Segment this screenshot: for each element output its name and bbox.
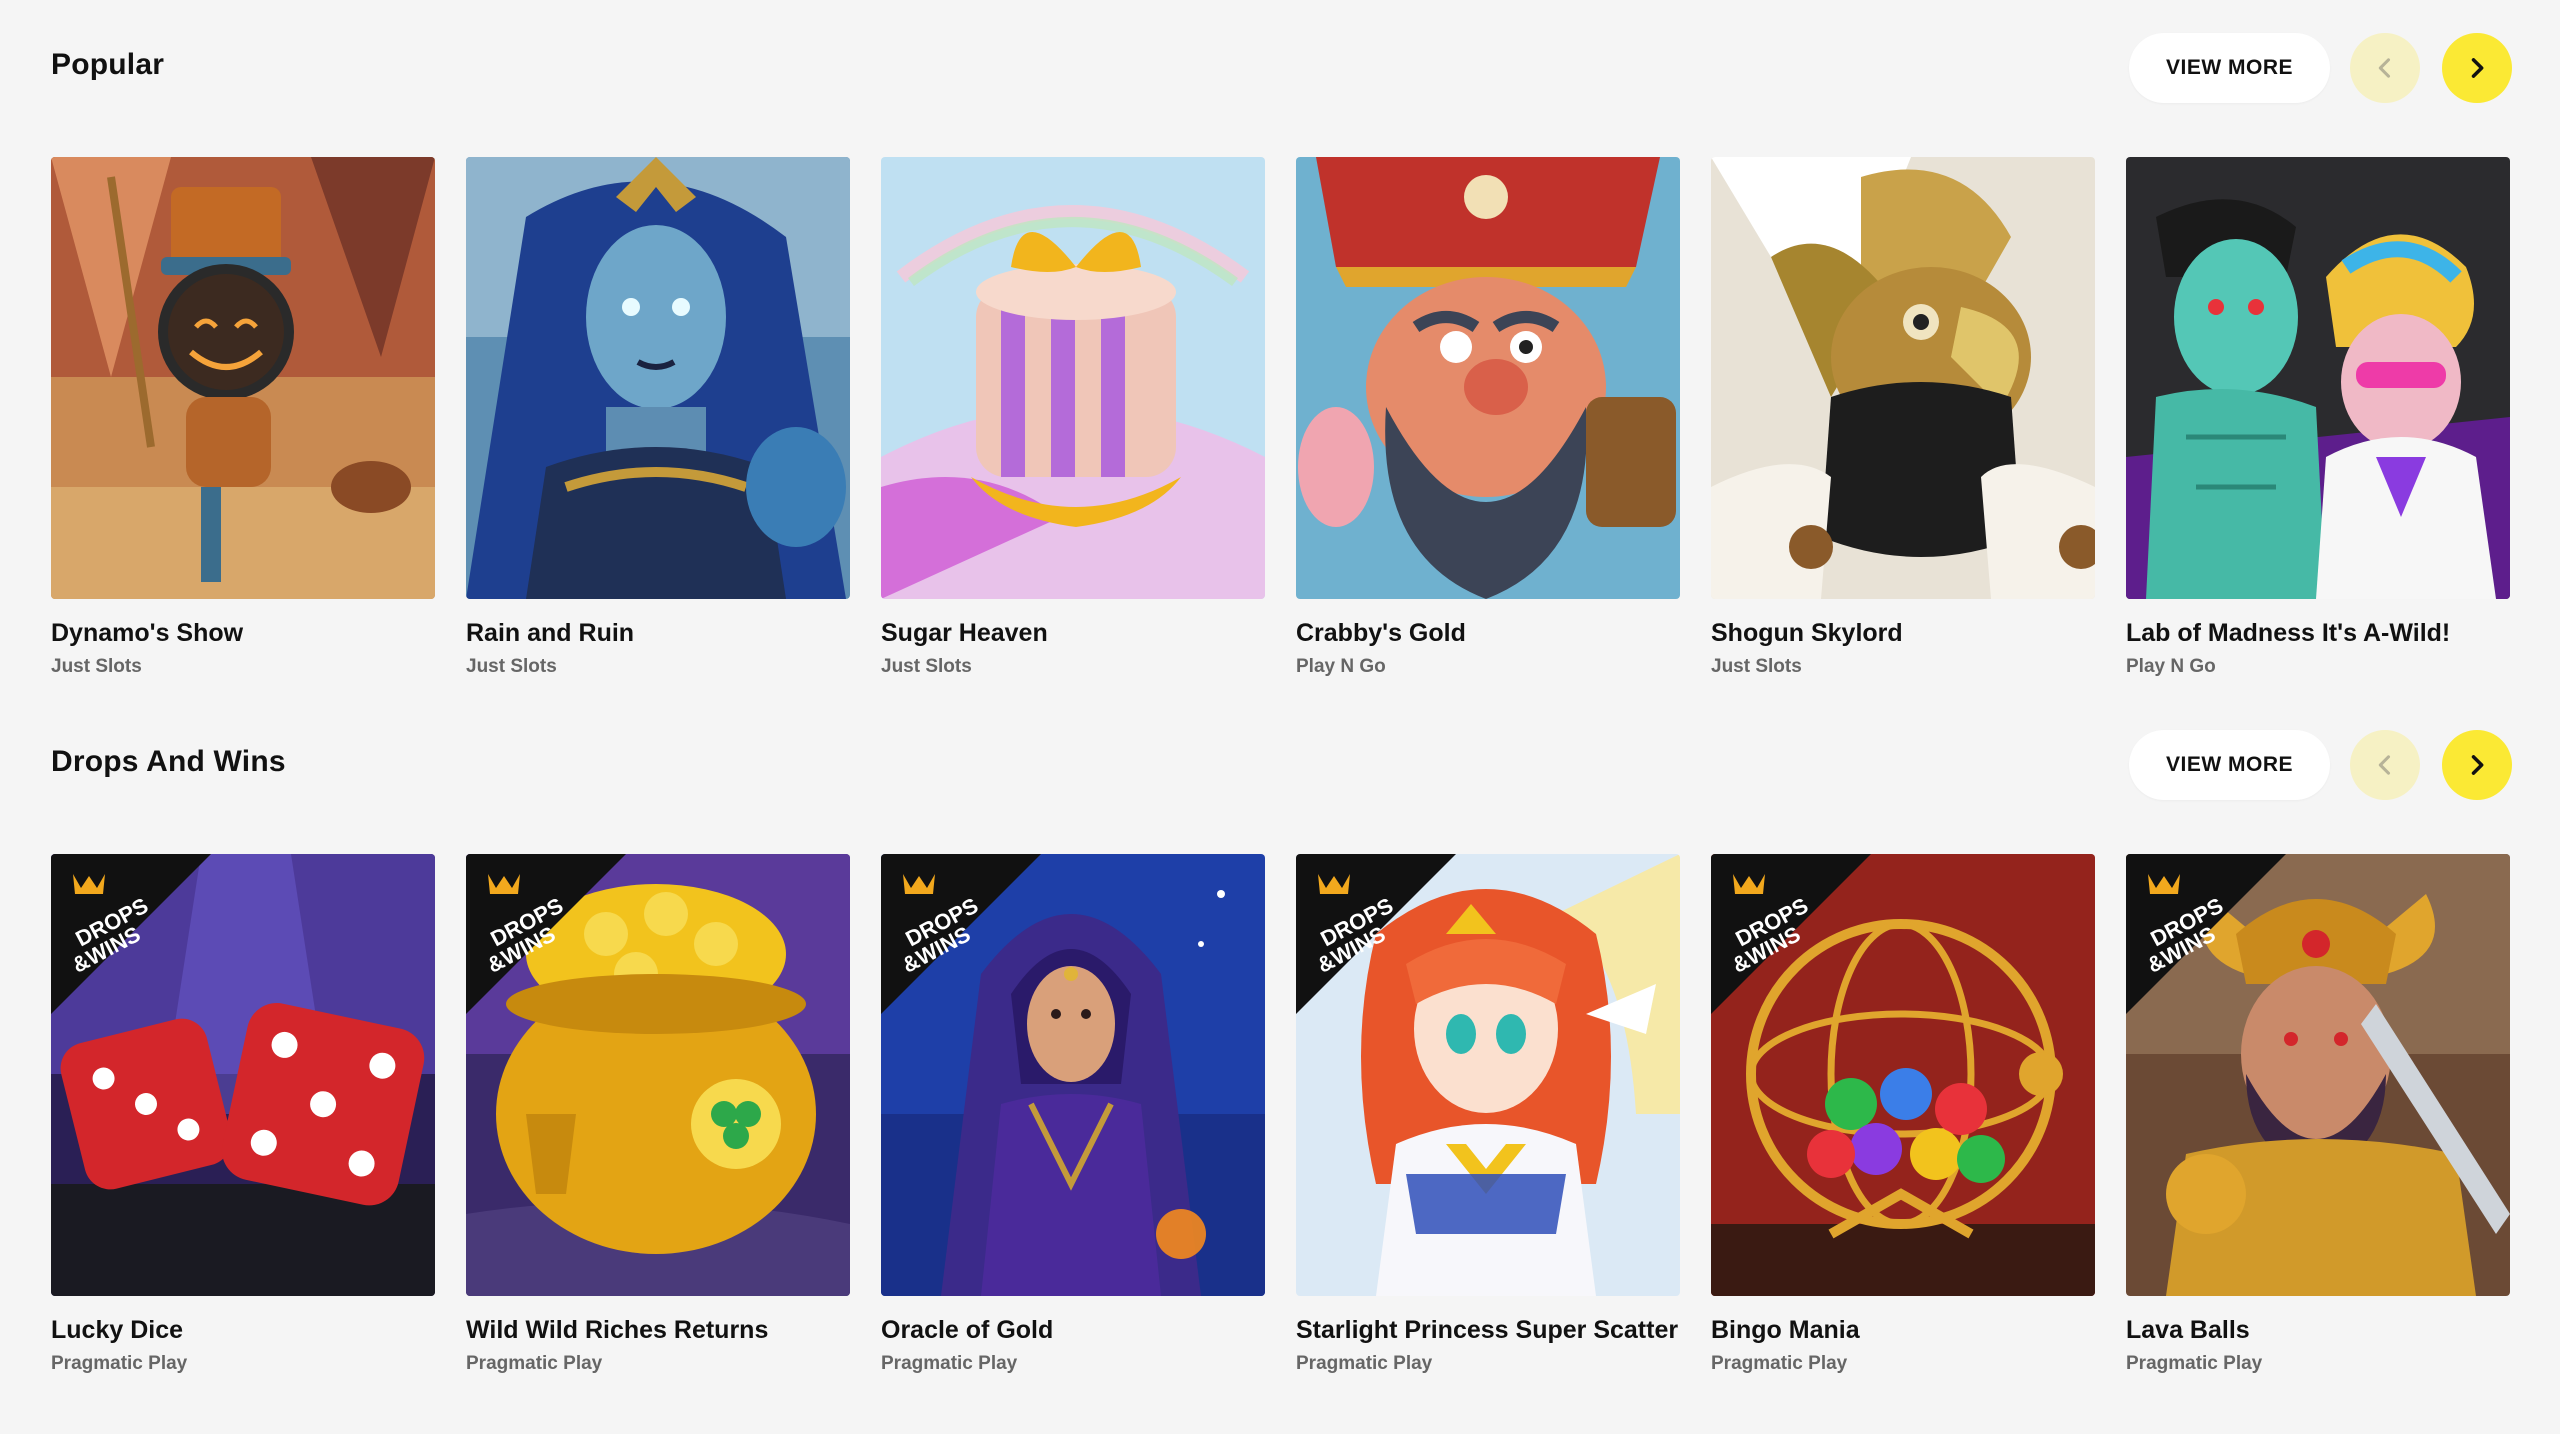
- game-title[interactable]: Rain and Ruin: [466, 619, 850, 648]
- game-card[interactable]: DROPS &WINS Oracle of Gold Pragmatic Pla…: [881, 854, 1265, 1375]
- game-title[interactable]: Dynamo's Show: [51, 619, 435, 648]
- chevron-right-icon: [2471, 58, 2484, 78]
- game-title[interactable]: Wild Wild Riches Returns: [466, 1316, 850, 1345]
- game-provider: Play N Go: [1296, 656, 1386, 677]
- game-card[interactable]: Sugar Heaven Just Slots: [881, 157, 1265, 678]
- game-provider: Play N Go: [2126, 656, 2216, 677]
- game-card[interactable]: Dynamo's Show Just Slots: [51, 157, 435, 678]
- game-thumbnail[interactable]: [2126, 157, 2510, 599]
- game-title[interactable]: Lab of Madness It's A-Wild!: [2126, 619, 2510, 648]
- section-popular: Popular VIEW MORE Dynamo's Show Just Slo…: [51, 0, 2512, 677]
- game-thumbnail[interactable]: [1711, 157, 2095, 599]
- game-title[interactable]: Lava Balls: [2126, 1316, 2510, 1345]
- game-card[interactable]: DROPS &WINS Starlight Princess Super Sca…: [1296, 854, 1680, 1375]
- game-card-row: DROPS &WINS Lucky Dice Pragmatic Play DR…: [51, 854, 2510, 1375]
- game-card[interactable]: DROPS &WINS Lucky Dice Pragmatic Play: [51, 854, 435, 1375]
- game-thumbnail[interactable]: [466, 157, 850, 599]
- section-header: Drops And Wins VIEW MORE: [51, 697, 2512, 833]
- game-provider: Just Slots: [1711, 656, 1802, 677]
- game-thumbnail[interactable]: DROPS &WINS: [1711, 854, 2095, 1296]
- chevron-right-icon: [2471, 755, 2484, 775]
- carousel-next-button[interactable]: [2442, 730, 2512, 800]
- carousel-prev-button[interactable]: [2350, 33, 2420, 103]
- robot-clown-art-icon: [51, 157, 435, 599]
- game-provider: Just Slots: [881, 656, 972, 677]
- game-title[interactable]: Shogun Skylord: [1711, 619, 2095, 648]
- game-title[interactable]: Oracle of Gold: [881, 1316, 1265, 1345]
- game-card[interactable]: DROPS &WINS Wild Wild Riches Returns Pra…: [466, 854, 850, 1375]
- section-title: Drops And Wins: [51, 745, 286, 778]
- game-provider: Just Slots: [51, 656, 142, 677]
- game-card[interactable]: DROPS &WINS Bingo Mania Pragmatic Play: [1711, 854, 2095, 1375]
- carousel-controls: VIEW MORE: [2129, 730, 2512, 800]
- game-provider: Pragmatic Play: [1711, 1353, 1848, 1374]
- game-thumbnail[interactable]: DROPS &WINS: [51, 854, 435, 1296]
- drops-and-wins-badge-icon: DROPS &WINS: [466, 854, 626, 1014]
- game-thumbnail[interactable]: DROPS &WINS: [1296, 854, 1680, 1296]
- game-card[interactable]: DROPS &WINS Lava Balls Pragmatic Play: [2126, 854, 2510, 1375]
- drops-and-wins-badge-icon: DROPS &WINS: [881, 854, 1041, 1014]
- section-title: Popular: [51, 48, 165, 81]
- view-more-button[interactable]: VIEW MORE: [2129, 33, 2330, 103]
- casino-games-page: Popular VIEW MORE Dynamo's Show Just Slo…: [0, 0, 2560, 1434]
- game-card[interactable]: Crabby's Gold Play N Go: [1296, 157, 1680, 678]
- gift-box-art-icon: [881, 157, 1265, 599]
- game-provider: Pragmatic Play: [2126, 1353, 2263, 1374]
- game-provider: Pragmatic Play: [1296, 1353, 1433, 1374]
- mad-scientists-art-icon: [2126, 157, 2510, 599]
- game-provider: Pragmatic Play: [51, 1353, 188, 1374]
- game-title[interactable]: Bingo Mania: [1711, 1316, 2095, 1345]
- game-title[interactable]: Starlight Princess Super Scatter: [1296, 1316, 1680, 1345]
- drops-and-wins-badge-icon: DROPS &WINS: [2126, 854, 2286, 1014]
- carousel-next-button[interactable]: [2442, 33, 2512, 103]
- game-provider: Just Slots: [466, 656, 557, 677]
- game-title[interactable]: Lucky Dice: [51, 1316, 435, 1345]
- game-provider: Pragmatic Play: [466, 1353, 603, 1374]
- carousel-prev-button[interactable]: [2350, 730, 2420, 800]
- chevron-left-icon: [2378, 755, 2391, 775]
- game-card[interactable]: Rain and Ruin Just Slots: [466, 157, 850, 678]
- carousel-controls: VIEW MORE: [2129, 33, 2512, 103]
- drops-and-wins-badge-icon: DROPS &WINS: [1711, 854, 1871, 1014]
- game-card-row: Dynamo's Show Just Slots Rain and Ruin J…: [51, 157, 2510, 678]
- game-thumbnail[interactable]: [881, 157, 1265, 599]
- game-thumbnail[interactable]: [1296, 157, 1680, 599]
- game-thumbnail[interactable]: DROPS &WINS: [2126, 854, 2510, 1296]
- game-thumbnail[interactable]: DROPS &WINS: [881, 854, 1265, 1296]
- eagle-warrior-art-icon: [1711, 157, 2095, 599]
- game-title[interactable]: Crabby's Gold: [1296, 619, 1680, 648]
- game-card[interactable]: Lab of Madness It's A-Wild! Play N Go: [2126, 157, 2510, 678]
- drops-and-wins-badge-icon: DROPS &WINS: [51, 854, 211, 1014]
- game-thumbnail[interactable]: [51, 157, 435, 599]
- game-thumbnail[interactable]: DROPS &WINS: [466, 854, 850, 1296]
- blue-warrior-woman-art-icon: [466, 157, 850, 599]
- game-card[interactable]: Shogun Skylord Just Slots: [1711, 157, 2095, 678]
- drops-and-wins-badge-icon: DROPS &WINS: [1296, 854, 1456, 1014]
- chevron-left-icon: [2378, 58, 2391, 78]
- section-drops-and-wins: Drops And Wins VIEW MORE DROPS &WINS Luc…: [51, 697, 2512, 1374]
- game-title[interactable]: Sugar Heaven: [881, 619, 1265, 648]
- section-header: Popular VIEW MORE: [51, 0, 2512, 136]
- game-provider: Pragmatic Play: [881, 1353, 1018, 1374]
- pirate-art-icon: [1296, 157, 1680, 599]
- view-more-button[interactable]: VIEW MORE: [2129, 730, 2330, 800]
